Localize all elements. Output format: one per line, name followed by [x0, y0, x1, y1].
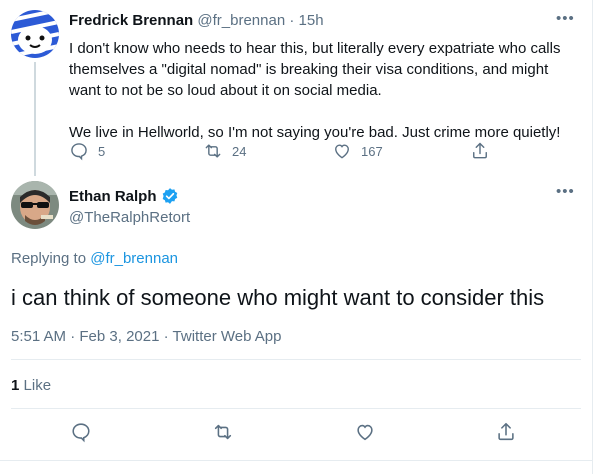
author-handle[interactable]: @TheRalphRetort — [69, 209, 190, 226]
tweet-actions — [0, 421, 592, 451]
divider — [11, 408, 581, 409]
author-name[interactable]: Ethan Ralph — [69, 187, 179, 205]
replying-handle-link[interactable]: @fr_brennan — [90, 250, 178, 267]
likes-label: Like — [23, 377, 52, 394]
heart-icon — [335, 144, 349, 159]
retweet-icon — [205, 144, 221, 158]
likes-count: 1 — [11, 377, 20, 394]
author-name[interactable]: Fredrick Brennan — [69, 12, 193, 29]
divider — [0, 460, 592, 461]
avatar[interactable] — [11, 10, 59, 58]
author-name-text: Ethan Ralph — [69, 187, 157, 205]
tweet-source[interactable]: Twitter Web App — [173, 328, 282, 345]
reply-count: 5 — [98, 143, 106, 159]
dot-separator: · — [70, 328, 76, 345]
tweet-time[interactable]: 15h — [299, 12, 324, 29]
parent-tweet[interactable]: Fredrick Brennan @fr_brennan · 15h ••• I… — [0, 0, 592, 176]
column-border — [592, 0, 593, 474]
tweet-text: i can think of someone who might want to… — [11, 285, 545, 310]
reply-button[interactable] — [70, 421, 96, 447]
likes-stat[interactable]: 1 Like — [11, 377, 51, 394]
avatar[interactable] — [11, 181, 59, 229]
replying-to: Replying to @fr_brennan — [11, 250, 178, 267]
like-count: 167 — [361, 143, 383, 159]
reply-button[interactable]: 5 — [69, 141, 105, 161]
tweet-meta: 5:51 AM · Feb 3, 2021 · Twitter Web App — [11, 328, 281, 345]
like-button[interactable]: 167 — [332, 141, 383, 161]
dot-separator: · — [163, 328, 169, 345]
share-icon — [473, 142, 487, 159]
thread-line — [34, 62, 36, 176]
tweet-date[interactable]: Feb 3, 2021 — [79, 328, 159, 345]
retweet-button[interactable]: 24 — [203, 141, 246, 161]
retweet-icon — [214, 424, 232, 440]
tweet-header: Fredrick Brennan @fr_brennan · 15h — [69, 12, 324, 29]
retweet-count: 24 — [232, 143, 247, 159]
divider — [11, 359, 581, 360]
more-icon[interactable]: ••• — [556, 183, 575, 200]
retweet-button[interactable] — [212, 421, 238, 447]
reply-icon — [72, 423, 90, 443]
reply-icon — [71, 143, 87, 161]
tweet-text: I don't know who needs to hear this, but… — [69, 40, 561, 141]
share-button[interactable] — [495, 421, 521, 447]
tweet-time[interactable]: 5:51 AM — [11, 328, 66, 345]
replying-label: Replying to — [11, 250, 87, 267]
tweet-actions: 5 24 167 — [69, 141, 509, 165]
author-handle[interactable]: @fr_brennan — [197, 12, 285, 29]
share-button[interactable] — [470, 141, 490, 161]
like-button[interactable] — [354, 421, 380, 447]
dot-separator: · — [289, 12, 295, 29]
verified-badge-icon — [162, 188, 177, 204]
share-icon — [498, 422, 514, 441]
more-icon[interactable]: ••• — [556, 10, 575, 27]
heart-icon — [357, 424, 373, 441]
